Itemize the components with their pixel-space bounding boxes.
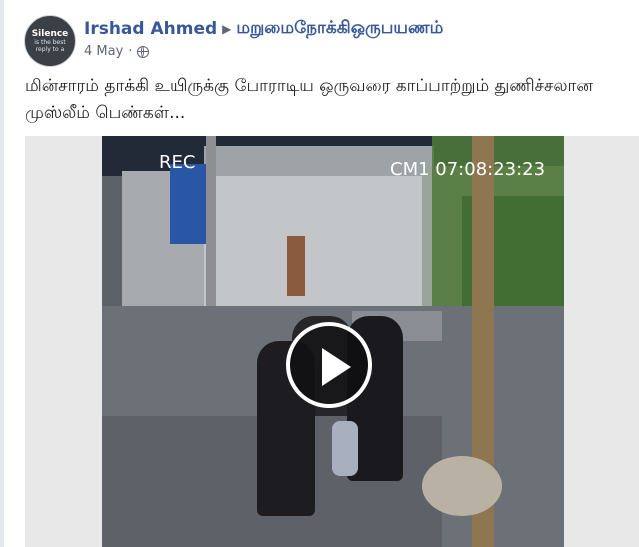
globe-icon[interactable] xyxy=(137,45,150,58)
play-button[interactable] xyxy=(286,322,372,408)
author-name-link[interactable]: Irshad Ahmed xyxy=(84,19,217,39)
group-name-link[interactable]: மறுமைநோக்கிஒருபயணம் xyxy=(236,18,443,40)
post-date-link[interactable]: 4 May xyxy=(84,44,123,59)
post-body-text: மின்சாரம் தாக்கி உயிருக்கு போராடிய ஒருவர… xyxy=(25,76,593,123)
avatar-text-1: Silence xyxy=(31,28,69,39)
arrow-right-icon: ▶ xyxy=(222,22,232,36)
video-scene-tarp xyxy=(170,164,208,244)
separator-dot: · xyxy=(128,44,133,59)
video-overlay-timestamp: CM1 07:08:23:23 xyxy=(390,159,546,180)
video-player[interactable]: REC CM1 07:08:23:23 xyxy=(102,136,564,547)
video-scene-child xyxy=(332,421,358,476)
play-icon xyxy=(322,348,351,386)
post-header: Irshad Ahmed ▶ மறுமைநோக்கிஒருபயணம் xyxy=(84,18,443,40)
video-overlay-rec: REC xyxy=(159,152,196,173)
video-scene-planter xyxy=(422,456,502,516)
avatar-text-3: reply to a xyxy=(35,45,65,53)
avatar[interactable]: Silence is the best reply to a xyxy=(24,15,76,67)
avatar-text-2: is the best xyxy=(34,38,66,46)
post-card: Silence is the best reply to a Irshad Ah… xyxy=(0,0,639,547)
left-divider xyxy=(0,0,4,547)
video-scene-door xyxy=(287,236,305,296)
post-meta: 4 May · xyxy=(84,44,150,59)
